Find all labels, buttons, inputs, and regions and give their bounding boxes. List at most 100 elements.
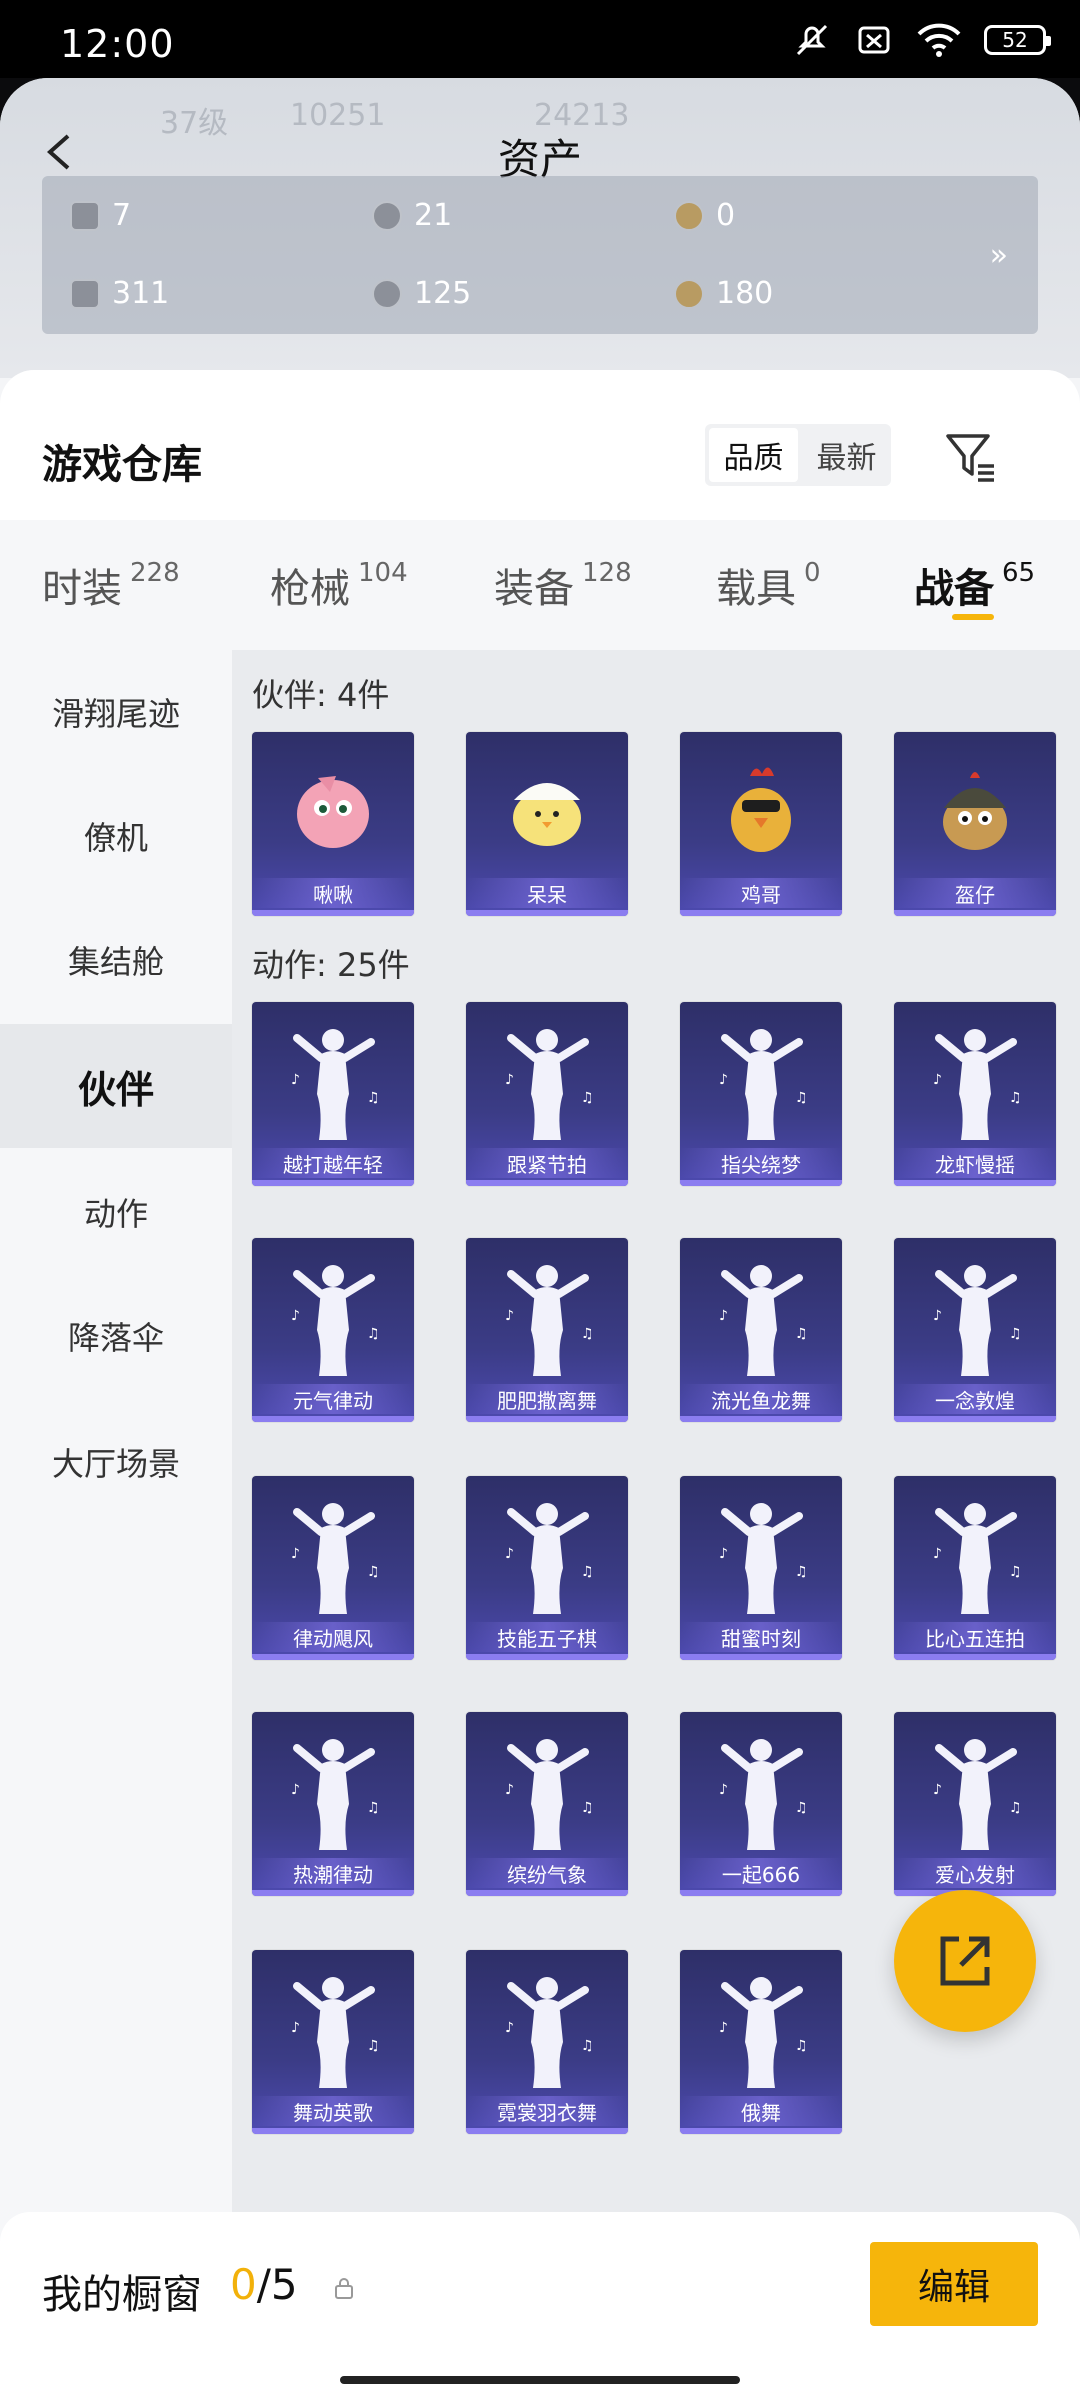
companion-item[interactable]: 盔仔 <box>894 732 1056 916</box>
svg-text:♪: ♪ <box>719 1782 728 1798</box>
item-base-bar <box>252 1654 414 1660</box>
tab-weapons[interactable]: 枪械 104 <box>270 556 408 614</box>
item-label: 甜蜜时刻 <box>680 1622 842 1652</box>
sort-newest-button[interactable]: 最新 <box>802 424 891 486</box>
asset-ticket: 311 <box>70 276 169 311</box>
svg-text:♪: ♪ <box>719 2020 728 2036</box>
emote-item[interactable]: ♪ ♫ 比心五连拍 <box>894 1476 1056 1660</box>
emote-item[interactable]: ♪ ♫ 舞动英歌 <box>252 1950 414 2134</box>
sidebar-item-glide-trail[interactable]: 滑翔尾迹 <box>0 650 232 774</box>
emote-item[interactable]: ♪ ♫ 肥肥撒离舞 <box>466 1238 628 1422</box>
item-base-bar <box>894 1180 1056 1186</box>
item-base-bar <box>252 1180 414 1186</box>
sidebar-item-wingman[interactable]: 僚机 <box>0 774 232 898</box>
dancer-silhouette-icon: ♪ ♫ <box>894 1002 1056 1152</box>
emote-item[interactable]: ♪ ♫ 技能五子棋 <box>466 1476 628 1660</box>
svg-text:♫: ♫ <box>795 2038 808 2054</box>
item-label: 鸡哥 <box>680 878 842 908</box>
svg-text:♫: ♫ <box>1009 1326 1022 1342</box>
dancer-silhouette-icon: ♪ ♫ <box>894 1238 1056 1388</box>
edit-button[interactable]: 编辑 <box>870 2242 1038 2326</box>
emote-item[interactable]: ♪ ♫ 流光鱼龙舞 <box>680 1238 842 1422</box>
emote-item[interactable]: ♪ ♫ 热潮律动 <box>252 1712 414 1896</box>
tab-fashion[interactable]: 时装 228 <box>42 556 180 614</box>
tab-readiness[interactable]: 战备 65 <box>914 556 1035 614</box>
emote-item[interactable]: ♪ ♫ 指尖绕梦 <box>680 1002 842 1186</box>
item-label: 一念敦煌 <box>894 1384 1056 1414</box>
item-base-bar <box>466 1416 628 1422</box>
emote-item[interactable]: ♪ ♫ 甜蜜时刻 <box>680 1476 842 1660</box>
companion-daidai-icon <box>466 732 628 882</box>
dancer-silhouette-icon: ♪ ♫ <box>680 1476 842 1626</box>
sidebar-item-lobby-scene[interactable]: 大厅场景 <box>0 1400 232 1524</box>
section-companion-label: 伙伴: 4件 <box>252 676 390 714</box>
category-tabs: 时装 228 枪械 104 装备 128 载具 0 战备 65 <box>0 520 1080 650</box>
emote-item[interactable]: ♪ ♫ 俄舞 <box>680 1950 842 2134</box>
battery-level: 52 <box>1002 28 1028 52</box>
item-label: 流光鱼龙舞 <box>680 1384 842 1414</box>
home-indicator[interactable] <box>340 2376 740 2384</box>
dancer-silhouette-icon: ♪ ♫ <box>252 1476 414 1626</box>
dancer-silhouette-icon: ♪ ♫ <box>252 1712 414 1862</box>
tab-label: 时装 <box>42 566 122 612</box>
asset-more-arrow-icon[interactable]: » <box>990 238 1008 273</box>
companion-item[interactable]: 啾啾 <box>252 732 414 916</box>
emote-item[interactable]: ♪ ♫ 霓裳羽衣舞 <box>466 1950 628 2134</box>
svg-text:♫: ♫ <box>795 1564 808 1580</box>
tab-vehicles[interactable]: 载具 0 <box>716 556 821 614</box>
emote-item[interactable]: ♪ ♫ 一念敦煌 <box>894 1238 1056 1422</box>
showcase-count-used: 0 <box>230 2260 257 2309</box>
svg-text:♪: ♪ <box>291 1072 300 1088</box>
bronze-coin-icon <box>674 278 704 309</box>
item-base-bar <box>680 1654 842 1660</box>
sidebar-item-emote[interactable]: 动作 <box>0 1150 232 1274</box>
dancer-silhouette-icon: ♪ ♫ <box>680 1950 842 2100</box>
status-icons: 52 <box>792 18 1051 62</box>
active-tab-indicator <box>952 614 994 620</box>
warehouse-sheet: 游戏仓库 品质 最新 时装 228 枪械 104 装备 128 载具 0 战备 65 滑翔… <box>0 370 1080 2400</box>
lock-icon <box>335 2278 353 2299</box>
emote-item[interactable]: ♪ ♫ 缤纷气象 <box>466 1712 628 1896</box>
asset-panel[interactable]: 7 21 0 311 125 180 » <box>42 176 1038 334</box>
emote-item[interactable]: ♪ ♫ 元气律动 <box>252 1238 414 1422</box>
dancer-silhouette-icon: ♪ ♫ <box>894 1476 1056 1626</box>
asset-value: 311 <box>112 276 170 311</box>
item-label: 越打越年轻 <box>252 1148 414 1178</box>
svg-text:♫: ♫ <box>1009 1090 1022 1106</box>
showcase-count-total: /5 <box>256 2260 298 2309</box>
svg-text:♫: ♫ <box>367 1564 380 1580</box>
item-label: 跟紧节拍 <box>466 1148 628 1178</box>
tab-label: 载具 <box>716 566 796 612</box>
emote-item[interactable]: ♪ ♫ 律动飓风 <box>252 1476 414 1660</box>
dancer-silhouette-icon: ♪ ♫ <box>252 1950 414 2100</box>
sidebar-item-pod[interactable]: 集结舱 <box>0 898 232 1022</box>
dancer-silhouette-icon: ♪ ♫ <box>466 1476 628 1626</box>
svg-text:♫: ♫ <box>581 1326 594 1342</box>
svg-text:♪: ♪ <box>291 1308 300 1324</box>
svg-text:♪: ♪ <box>719 1072 728 1088</box>
item-label: 律动飓风 <box>252 1622 414 1652</box>
item-base-bar <box>466 2128 628 2134</box>
item-base-bar <box>252 910 414 916</box>
companion-item[interactable]: 鸡哥 <box>680 732 842 916</box>
companion-item[interactable]: 呆呆 <box>466 732 628 916</box>
svg-text:♪: ♪ <box>505 1546 514 1562</box>
emote-item[interactable]: ♪ ♫ 爱心发射 <box>894 1712 1056 1896</box>
item-label: 啾啾 <box>252 878 414 908</box>
filter-icon[interactable] <box>942 428 1000 486</box>
sidebar-item-parachute[interactable]: 降落伞 <box>0 1274 232 1398</box>
share-button[interactable] <box>894 1890 1036 2032</box>
sort-quality-button[interactable]: 品质 <box>709 428 798 482</box>
emote-item[interactable]: ♪ ♫ 跟紧节拍 <box>466 1002 628 1186</box>
svg-text:♪: ♪ <box>933 1546 942 1562</box>
item-base-bar <box>252 1416 414 1422</box>
tab-equipment[interactable]: 装备 128 <box>494 556 632 614</box>
svg-text:♪: ♪ <box>505 1782 514 1798</box>
emote-item[interactable]: ♪ ♫ 越打越年轻 <box>252 1002 414 1186</box>
emote-item[interactable]: ♪ ♫ 龙虾慢摇 <box>894 1002 1056 1186</box>
sort-toggle: 品质 最新 <box>705 424 891 486</box>
showcase-bar: 我的橱窗 0/5 编辑 <box>0 2212 1080 2400</box>
tab-label: 战备 <box>914 566 994 612</box>
sidebar-item-companion[interactable]: 伙伴 <box>0 1024 232 1148</box>
emote-item[interactable]: ♪ ♫ 一起666 <box>680 1712 842 1896</box>
